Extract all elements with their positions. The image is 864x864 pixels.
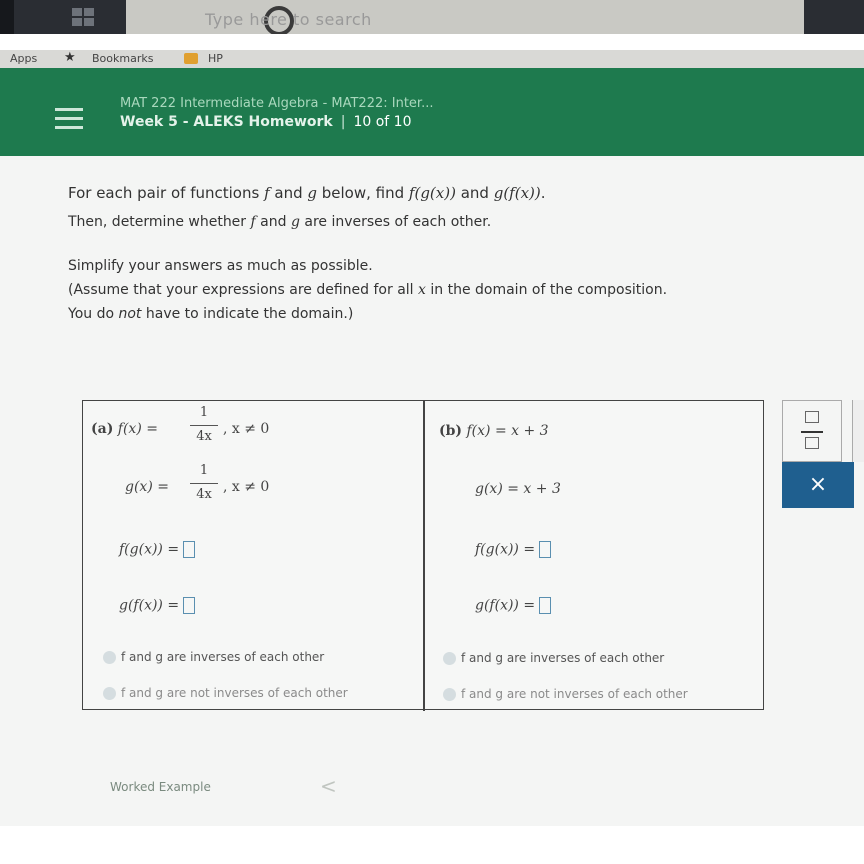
assignment-title: Week 5 - ALEKS Homework | 10 of 10 xyxy=(120,114,411,130)
part-a-gf-row: g(f(x)) = xyxy=(119,597,196,614)
text: (Assume that your expressions are define… xyxy=(68,282,419,298)
part-b-gf-row: g(f(x)) = xyxy=(475,597,552,614)
windows-logo-icon[interactable] xyxy=(72,8,96,28)
part-a-option-not-inverse[interactable]: f and g are not inverses of each other xyxy=(121,686,348,700)
part-a-fg-label: f(g(x)) = xyxy=(119,541,180,558)
chevron-left-icon[interactable]: < xyxy=(320,774,337,798)
instruction-line-3: Simplify your answers as much as possibl… xyxy=(68,258,373,274)
part-a-g-text: g(x) = xyxy=(125,479,169,495)
part-b-f-text: f(x) = x + 3 xyxy=(466,423,549,439)
taskbar-search-input[interactable]: Type here to search xyxy=(205,10,372,29)
fraction-bar-icon xyxy=(801,431,823,433)
part-a-f-condition: , x ≠ 0 xyxy=(223,421,270,437)
part-b-radio-inverse[interactable] xyxy=(443,652,456,665)
math-g: g xyxy=(290,214,300,230)
fraction-bar xyxy=(190,483,218,484)
bookmark-apps[interactable]: Apps xyxy=(10,52,37,65)
column-divider xyxy=(423,401,425,711)
text: . xyxy=(540,184,546,202)
part-b-g-text: g(x) = x + 3 xyxy=(475,481,561,497)
fraction-denominator-icon xyxy=(805,437,819,449)
bookmark-hp[interactable]: HP xyxy=(208,52,223,65)
text: Then, determine whether xyxy=(68,214,251,230)
taskbar-right-area xyxy=(804,0,864,34)
part-b-option-inverse[interactable]: f and g are inverses of each other xyxy=(461,651,664,665)
part-b-label: (b) xyxy=(439,423,463,439)
text: You do xyxy=(68,306,119,322)
part-b-f-def: (b) f(x) = x + 3 xyxy=(439,423,549,439)
assignment-name: Week 5 - ALEKS Homework xyxy=(120,114,333,130)
text: are inverses of each other. xyxy=(299,214,492,230)
part-a-f-denominator: 4x xyxy=(196,429,212,444)
text: and xyxy=(269,184,308,202)
text: and xyxy=(255,214,291,230)
taskbar-start-area xyxy=(14,0,126,34)
windows-taskbar: Type here to search xyxy=(0,0,864,36)
part-a-fg-answer-input[interactable] xyxy=(183,541,196,558)
course-title: MAT 222 Intermediate Algebra - MAT222: I… xyxy=(120,96,434,111)
browser-window: Apps ★ Bookmarks HP MAT 222 Intermediate… xyxy=(0,50,864,826)
part-a-fg-row: f(g(x)) = xyxy=(119,541,196,558)
part-a-f-text: f(x) = xyxy=(117,421,158,437)
text: For each pair of functions xyxy=(68,184,265,202)
emphasis-not: not xyxy=(118,306,142,322)
fraction-tool-button[interactable] xyxy=(782,400,842,462)
monitor-bezel xyxy=(0,826,864,864)
math-gf: g(f(x)) xyxy=(493,184,541,202)
text: have to indicate the domain.) xyxy=(141,306,354,322)
part-a-g-condition: , x ≠ 0 xyxy=(223,479,270,495)
bookmarks-bar: Apps ★ Bookmarks HP xyxy=(0,50,864,68)
math-x: x xyxy=(418,282,426,298)
part-b-radio-not-inverse[interactable] xyxy=(443,688,456,701)
part-b-option-not-inverse[interactable]: f and g are not inverses of each other xyxy=(461,687,688,701)
part-a-label: (a) xyxy=(91,421,114,437)
instruction-line-1: For each pair of functions f and g below… xyxy=(68,184,546,202)
question-area: For each pair of functions f and g below… xyxy=(0,156,864,826)
text: below, find xyxy=(317,184,409,202)
problem-box: (a) f(x) = 1 4x , x ≠ 0 g(x) = 1 4x , x … xyxy=(82,400,764,711)
part-a-gf-answer-input[interactable] xyxy=(183,597,196,614)
math-fg: f(g(x)) xyxy=(408,184,456,202)
part-b-gf-answer-input[interactable] xyxy=(539,597,552,614)
instruction-line-5: You do not have to indicate the domain.) xyxy=(68,306,353,322)
fraction-numerator-icon xyxy=(805,411,819,423)
part-b-gf-label: g(f(x)) = xyxy=(475,597,536,614)
screen-gap xyxy=(0,34,864,50)
folder-icon xyxy=(184,53,198,64)
part-a-g-def: g(x) = xyxy=(125,479,169,495)
part-b-fg-label: f(g(x)) = xyxy=(475,541,536,558)
fraction-bar xyxy=(190,425,218,426)
title-separator: | xyxy=(340,114,346,130)
part-a-f-def: (a) f(x) = xyxy=(91,421,158,437)
part-b-fg-row: f(g(x)) = xyxy=(475,541,552,558)
part-a-g-denominator: 4x xyxy=(196,487,212,502)
next-tool-button[interactable] xyxy=(852,400,864,462)
part-a-gf-label: g(f(x)) = xyxy=(119,597,180,614)
aleks-header: MAT 222 Intermediate Algebra - MAT222: I… xyxy=(0,68,864,156)
star-icon: ★ xyxy=(64,50,76,65)
math-g: g xyxy=(307,184,317,202)
instruction-line-4: (Assume that your expressions are define… xyxy=(68,282,667,298)
part-a-g-numerator: 1 xyxy=(199,463,209,478)
part-b-fg-answer-input[interactable] xyxy=(539,541,552,558)
worked-example-link[interactable]: Worked Example xyxy=(110,780,211,794)
part-b-g-def: g(x) = x + 3 xyxy=(475,481,561,497)
clear-button[interactable]: × xyxy=(782,462,854,508)
text: and xyxy=(455,184,494,202)
part-a-radio-not-inverse[interactable] xyxy=(103,687,116,700)
instruction-line-2: Then, determine whether f and g are inve… xyxy=(68,214,491,230)
hamburger-menu-icon[interactable] xyxy=(55,108,83,130)
text: in the domain of the composition. xyxy=(425,282,668,298)
bookmark-bookmarks[interactable]: Bookmarks xyxy=(92,52,153,65)
part-a-f-numerator: 1 xyxy=(199,405,209,420)
question-counter: 10 of 10 xyxy=(353,114,412,130)
part-a-option-inverse[interactable]: f and g are inverses of each other xyxy=(121,650,324,664)
part-a-radio-inverse[interactable] xyxy=(103,651,116,664)
